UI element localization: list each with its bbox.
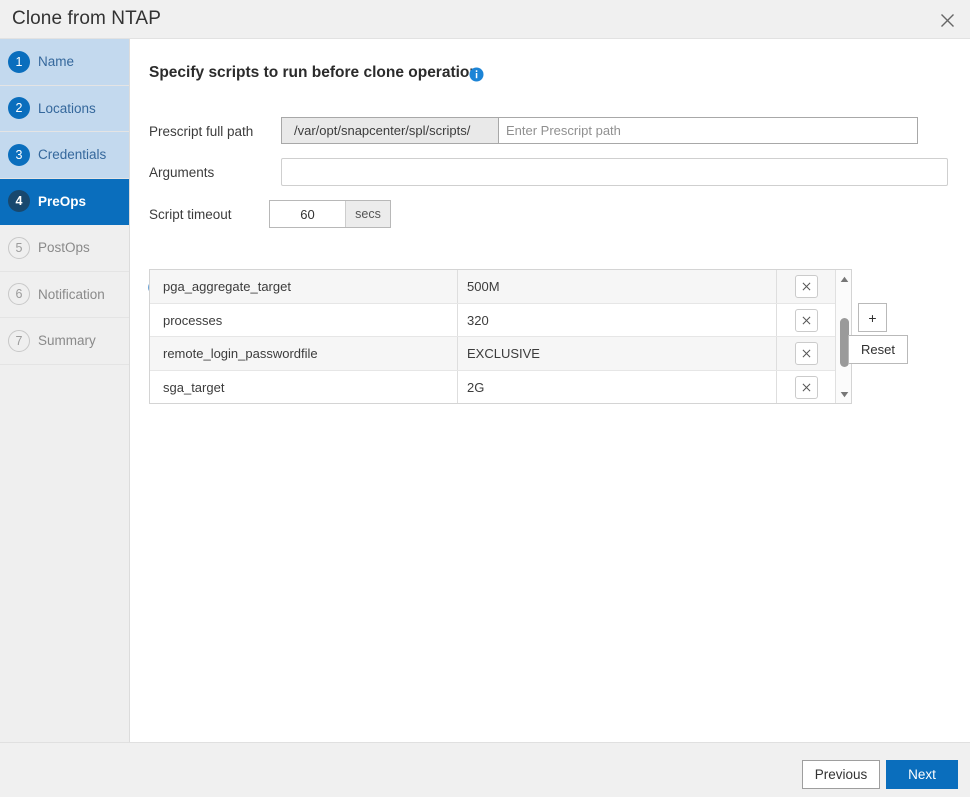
next-button[interactable]: Next (886, 760, 958, 789)
sidebar-step-number: 5 (8, 237, 30, 259)
prescript-path-label: Prescript full path (149, 124, 253, 139)
table-body: pga_aggregate_target500Mprocesses320remo… (150, 270, 835, 403)
prescript-path-prefix: /var/opt/snapcenter/spl/scripts/ (282, 118, 499, 143)
sidebar-step-number: 7 (8, 330, 30, 352)
page-title: Specify scripts to run before clone oper… (149, 64, 479, 82)
sidebar-step-notification[interactable]: 6 Notification (0, 272, 129, 319)
triangle-down-icon[interactable] (836, 386, 852, 402)
table-row: sga_target2G (150, 371, 835, 404)
parameter-action-cell (777, 337, 835, 370)
parameter-value-cell[interactable]: 320 (458, 304, 777, 337)
triangle-up-icon[interactable] (836, 271, 852, 287)
sidebar-step-postops[interactable]: 5 PostOps (0, 225, 129, 272)
sidebar-step-label: Locations (38, 101, 96, 116)
database-parameters-table: pga_aggregate_target500Mprocesses320remo… (149, 269, 852, 404)
parameter-name-cell[interactable]: sga_target (150, 371, 458, 404)
delete-parameter-button[interactable] (795, 342, 818, 365)
sidebar-step-number: 3 (8, 144, 30, 166)
sidebar-step-summary[interactable]: 7 Summary (0, 318, 129, 365)
parameter-action-cell (777, 304, 835, 337)
sidebar-step-credentials[interactable]: 3 Credentials (0, 132, 129, 179)
close-icon[interactable] (932, 6, 962, 34)
dialog-titlebar: Clone from NTAP (0, 0, 970, 39)
script-timeout-group: secs (269, 200, 391, 228)
wizard-content-panel: Specify scripts to run before clone oper… (131, 39, 970, 742)
prescript-path-group: /var/opt/snapcenter/spl/scripts/ (281, 117, 918, 144)
table-row: remote_login_passwordfileEXCLUSIVE (150, 337, 835, 371)
parameter-action-cell (777, 270, 835, 303)
parameter-name-cell[interactable]: processes (150, 304, 458, 337)
sidebar-step-number: 1 (8, 51, 30, 73)
table-row: pga_aggregate_target500M (150, 270, 835, 304)
parameter-value-cell[interactable]: EXCLUSIVE (458, 337, 777, 370)
sidebar-step-preops[interactable]: 4 PreOps (0, 179, 129, 226)
sidebar-step-label: Notification (38, 287, 105, 302)
sidebar-step-label: PreOps (38, 194, 86, 209)
parameter-value-cell[interactable]: 2G (458, 371, 777, 404)
sidebar-step-label: Summary (38, 333, 96, 348)
wizard-steps-sidebar: 1 Name 2 Locations 3 Credentials 4 PreOps 5 PostO… (0, 39, 130, 742)
dialog-title: Clone from NTAP (12, 8, 161, 30)
parameter-value-cell[interactable]: 500M (458, 270, 777, 303)
sidebar-step-name[interactable]: 1 Name (0, 39, 129, 86)
sidebar-step-number: 2 (8, 97, 30, 119)
add-parameter-button[interactable]: + (858, 303, 887, 332)
dialog-footer: Previous Next (0, 742, 970, 797)
parameter-name-cell[interactable]: pga_aggregate_target (150, 270, 458, 303)
prescript-path-input[interactable] (499, 118, 917, 143)
reset-parameters-button[interactable]: Reset (848, 335, 908, 364)
sidebar-step-number: 4 (8, 190, 30, 212)
sidebar-step-label: PostOps (38, 240, 90, 255)
script-timeout-input[interactable] (270, 201, 345, 227)
delete-parameter-button[interactable] (795, 309, 818, 332)
sidebar-step-label: Credentials (38, 147, 106, 162)
arguments-input[interactable] (281, 158, 948, 186)
script-timeout-unit: secs (345, 201, 390, 227)
previous-button[interactable]: Previous (802, 760, 880, 789)
arguments-label: Arguments (149, 165, 214, 180)
sidebar-step-label: Name (38, 54, 74, 69)
info-icon[interactable] (469, 67, 484, 82)
table-row: processes320 (150, 304, 835, 338)
sidebar-step-number: 6 (8, 283, 30, 305)
clone-wizard-dialog: Clone from NTAP 1 Name 2 Locations 3 Credenti… (0, 0, 970, 797)
parameter-name-cell[interactable]: remote_login_passwordfile (150, 337, 458, 370)
delete-parameter-button[interactable] (795, 275, 818, 298)
sidebar-step-locations[interactable]: 2 Locations (0, 86, 129, 133)
script-timeout-label: Script timeout (149, 207, 232, 222)
delete-parameter-button[interactable] (795, 376, 818, 399)
parameter-action-cell (777, 371, 835, 404)
